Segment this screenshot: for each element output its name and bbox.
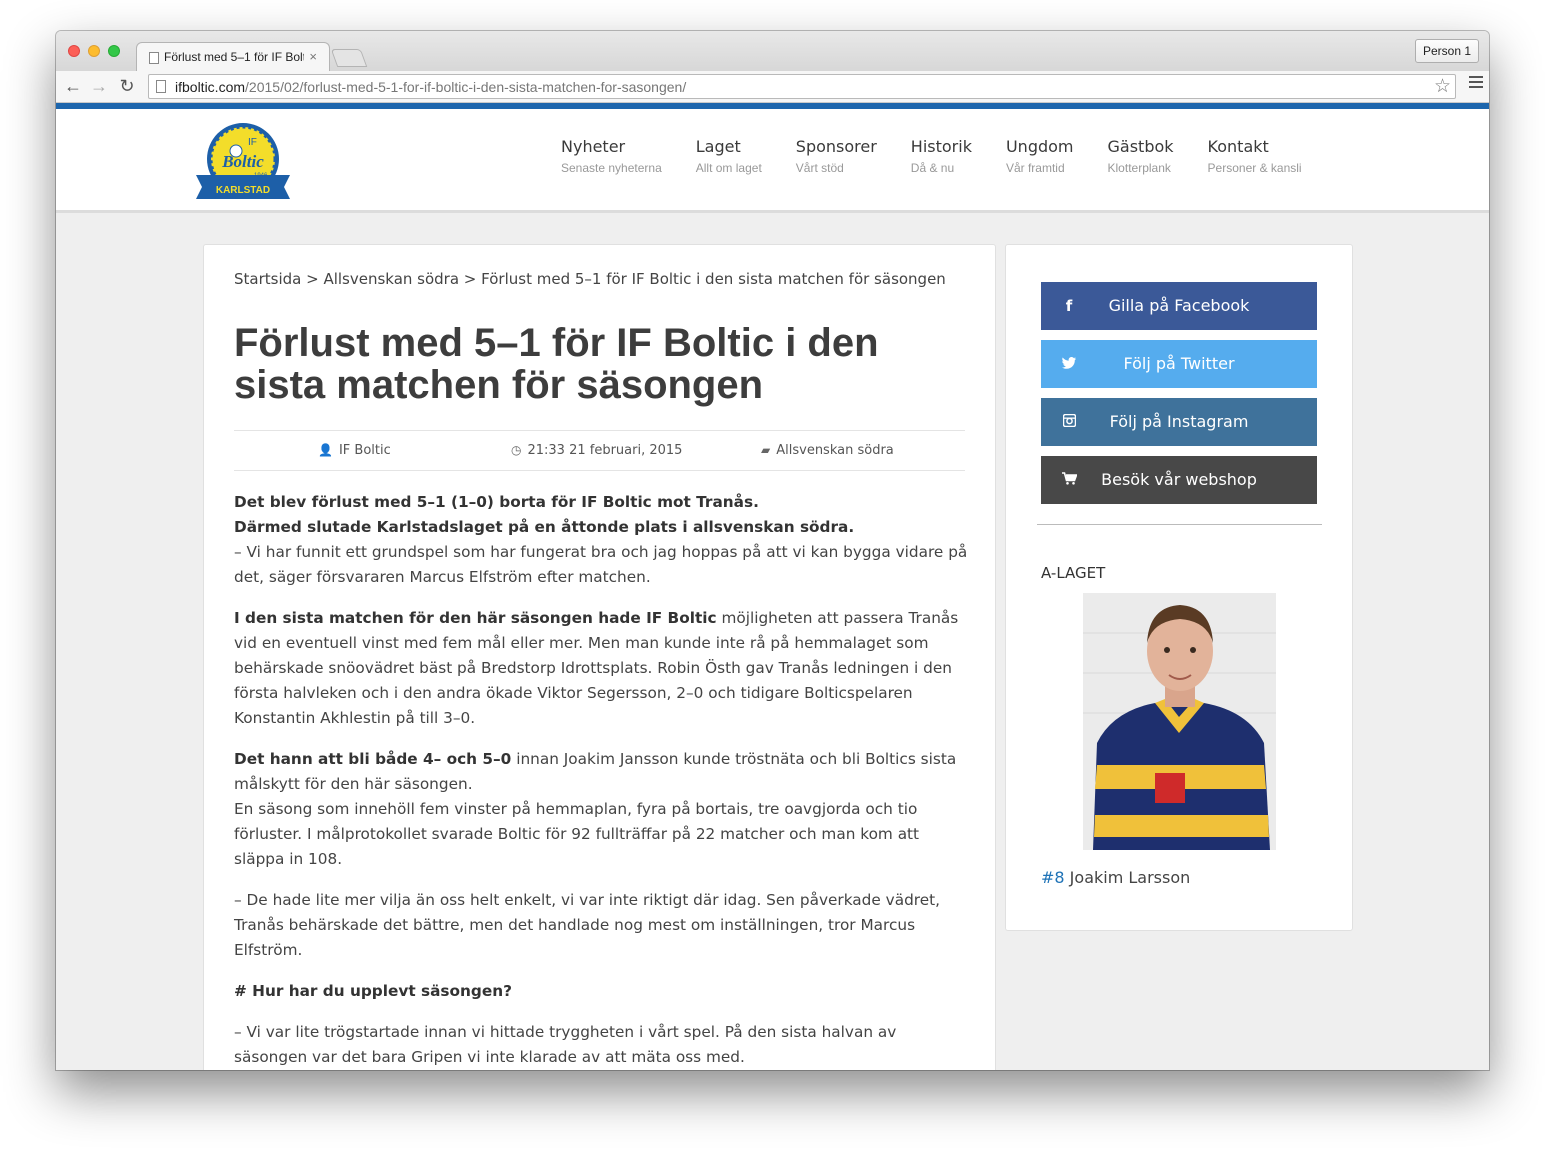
sidebar-divider	[1037, 524, 1322, 525]
logo-year-text: 1946	[254, 173, 268, 179]
site-header: IF Boltic 1946 KARLSTAD Nyheter Senaste …	[56, 109, 1489, 213]
twitter-follow-button[interactable]: Följ på Twitter	[1041, 340, 1317, 388]
logo-if-text: IF	[248, 137, 257, 148]
nav-title: Laget	[695, 137, 741, 156]
article-meta: 👤 IF Boltic ◷ 21:33 21 februari, 2015 ▰ All…	[234, 430, 965, 471]
nav-item-kontakt[interactable]: Kontakt Personer & kansli	[1208, 137, 1302, 175]
profile-button[interactable]: Person 1	[1414, 39, 1479, 63]
nav-subtitle: Allt om laget	[695, 161, 762, 175]
tab-close-icon[interactable]: ×	[309, 49, 317, 64]
nav-subtitle: Senaste nyheterna	[561, 161, 662, 175]
nav-item-gastbok[interactable]: Gästbok Klotterplank	[1108, 137, 1174, 175]
minimize-window-button[interactable]	[88, 45, 100, 57]
tab-title: Förlust med 5–1 för IF Bolt	[164, 50, 304, 64]
nav-item-sponsorer[interactable]: Sponsorer Vårt stöd	[796, 137, 877, 175]
button-label: Gilla på Facebook	[1108, 296, 1250, 315]
nav-title: Kontakt	[1207, 137, 1269, 156]
bookmark-star-icon[interactable]: ☆	[1434, 75, 1451, 98]
reload-icon[interactable]: ↻	[116, 75, 138, 97]
url-host: ifboltic.com	[175, 79, 246, 95]
forward-arrow-icon[interactable]: →	[88, 75, 110, 97]
webshop-button[interactable]: Besök vår webshop	[1041, 456, 1317, 504]
browser-window: Förlust med 5–1 för IF Bolt × Person 1 ←…	[56, 31, 1489, 1070]
button-label: Besök vår webshop	[1101, 470, 1257, 489]
post-date: 21:33 21 februari, 2015	[527, 443, 683, 458]
meta-category[interactable]: ▰ Allsvenskan södra	[761, 443, 894, 458]
url-text[interactable]: ifboltic.com/2015/02/forlust-med-5-1-for…	[175, 79, 686, 95]
logo-banner-text: KARLSTAD	[216, 185, 270, 196]
page-viewport: IF Boltic 1946 KARLSTAD Nyheter Senaste …	[56, 103, 1489, 1070]
nav-subtitle: Vår framtid	[1005, 161, 1065, 175]
article-card: Startsida > Allsvenskan södra > Förlust …	[203, 244, 996, 1070]
nav-title: Sponsorer	[795, 137, 877, 156]
paragraph-lead: Det hann att bli både 4– och 5–0	[234, 750, 512, 768]
player-caption[interactable]: #8 Joakim Larsson	[1041, 868, 1190, 887]
lead-line-1: Det blev förlust med 5–1 (1–0) borta för…	[234, 493, 759, 511]
paragraph-text: – Vi har funnit ett grundspel som har fu…	[234, 543, 968, 586]
back-arrow-icon[interactable]: ←	[62, 75, 84, 97]
paragraph: – Vi var lite trögstartade innan vi hitt…	[234, 1023, 897, 1066]
zoom-window-button[interactable]	[108, 45, 120, 57]
address-bar[interactable]: ifboltic.com/2015/02/forlust-med-5-1-for…	[148, 74, 1456, 99]
browser-toolbar: ← → ↻ ifboltic.com/2015/02/forlust-med-5…	[56, 71, 1489, 103]
article-title: Förlust med 5–1 för IF Boltic i den sist…	[234, 321, 879, 407]
clock-icon: ◷	[511, 443, 522, 457]
meta-author[interactable]: 👤 IF Boltic	[318, 443, 391, 458]
player-name: Joakim Larsson	[1064, 868, 1191, 887]
lead-line-2: Därmed slutade Karlstadslaget på en åtto…	[234, 518, 855, 536]
logo-name-text: Boltic	[221, 152, 264, 171]
main-nav: Nyheter Senaste nyheterna Laget Allt om …	[561, 137, 1336, 175]
button-label: Följ på Twitter	[1123, 354, 1235, 373]
paragraph: Det blev förlust med 5–1 (1–0) borta för…	[234, 490, 969, 590]
hamburger-menu-icon[interactable]	[1469, 76, 1483, 91]
widget-title: A-LAGET	[1041, 564, 1106, 582]
paragraph: # Hur har du upplevt säsongen?	[234, 979, 969, 1004]
meta-date: ◷ 21:33 21 februari, 2015	[511, 443, 682, 458]
facebook-like-button[interactable]: f Gilla på Facebook	[1041, 282, 1317, 330]
breadcrumb[interactable]: Startsida > Allsvenskan södra > Förlust …	[234, 270, 946, 288]
paragraph-text: En säsong som innehöll fem vinster på he…	[234, 800, 920, 868]
instagram-follow-button[interactable]: Följ på Instagram	[1041, 398, 1317, 446]
sidebar: f Gilla på Facebook Följ på Twitter Följ…	[1005, 244, 1353, 931]
nav-title: Ungdom	[1005, 137, 1074, 156]
nav-item-historik[interactable]: Historik Då & nu	[911, 137, 972, 175]
button-label: Följ på Instagram	[1109, 412, 1249, 431]
player-number: #8	[1041, 868, 1065, 887]
nav-subtitle: Då & nu	[910, 161, 955, 175]
nav-subtitle: Klotterplank	[1107, 161, 1171, 175]
paragraph: I den sista matchen för den här säsongen…	[234, 606, 969, 731]
nav-item-nyheter[interactable]: Nyheter Senaste nyheterna	[561, 137, 662, 175]
category-name: Allsvenskan södra	[776, 443, 894, 458]
close-window-button[interactable]	[68, 45, 80, 57]
nav-subtitle: Vårt stöd	[795, 161, 844, 175]
nav-title: Historik	[910, 137, 972, 156]
paragraph: Det hann att bli både 4– och 5–0 innan J…	[234, 747, 969, 872]
page-icon	[149, 52, 159, 64]
nav-title: Nyheter	[561, 137, 626, 156]
tab-active[interactable]: Förlust med 5–1 för IF Bolt ×	[136, 42, 330, 72]
user-icon: 👤	[318, 443, 333, 457]
player-photo[interactable]	[1083, 593, 1276, 850]
folder-icon: ▰	[761, 443, 771, 457]
nav-item-laget[interactable]: Laget Allt om laget	[696, 137, 762, 175]
url-path: /2015/02/forlust-med-5-1-for-if-boltic-i…	[245, 79, 687, 95]
author-name: IF Boltic	[338, 443, 391, 458]
nav-subtitle: Personer & kansli	[1207, 161, 1302, 175]
page-icon	[156, 80, 166, 93]
paragraph-lead: I den sista matchen för den här säsongen…	[234, 609, 717, 627]
nav-title: Gästbok	[1107, 137, 1174, 156]
nav-item-ungdom[interactable]: Ungdom Vår framtid	[1006, 137, 1074, 175]
article-body: Det blev förlust med 5–1 (1–0) borta för…	[234, 490, 969, 1070]
site-logo[interactable]: IF Boltic 1946 KARLSTAD	[194, 121, 292, 203]
paragraph: – De hade lite mer vilja än oss helt enk…	[234, 891, 941, 959]
question-heading: # Hur har du upplevt säsongen?	[234, 982, 512, 1000]
new-tab-button[interactable]	[330, 49, 368, 67]
tab-strip: Förlust med 5–1 för IF Bolt × Person 1	[56, 31, 1489, 72]
